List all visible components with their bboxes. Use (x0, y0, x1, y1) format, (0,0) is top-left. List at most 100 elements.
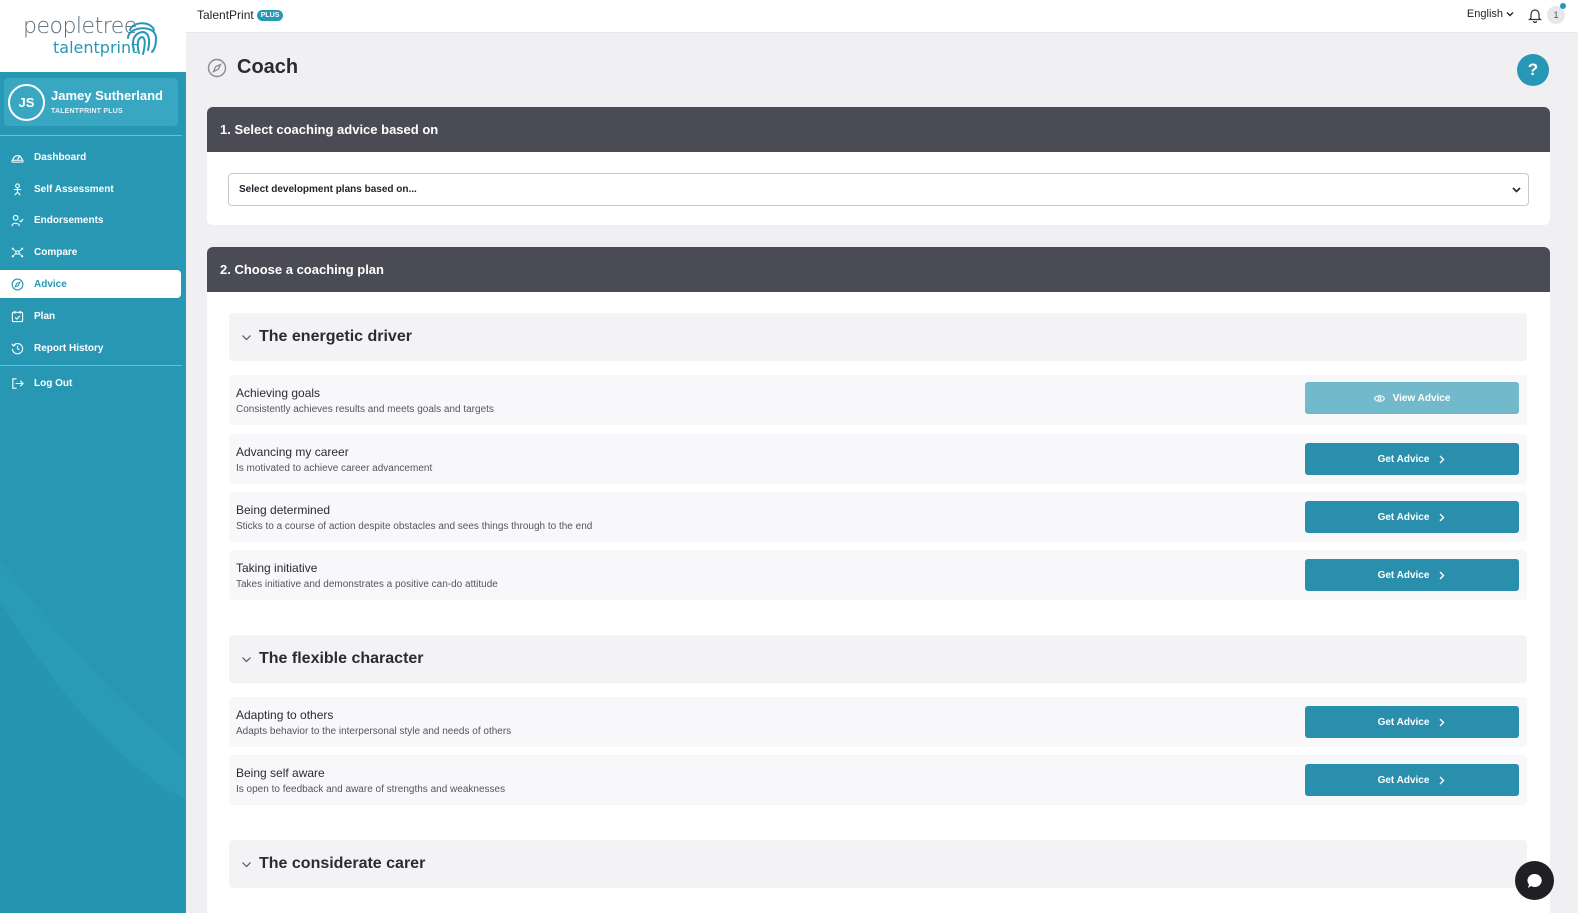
group-header-considerate-carer[interactable]: The considerate carer (229, 840, 1527, 888)
chat-button[interactable] (1515, 861, 1554, 900)
item-description: Consistently achieves results and meets … (236, 404, 494, 415)
sidebar-item-label: Dashboard (34, 151, 87, 163)
section-heading: 2. Choose a coaching plan (207, 247, 1550, 292)
history-icon (9, 340, 25, 356)
development-plan-select[interactable]: Select development plans based on... (228, 173, 1529, 206)
chevron-down-icon (242, 334, 251, 340)
plus-badge: PLUS (256, 9, 284, 21)
user-card[interactable]: JS Jamey Sutherland TALENTPRINT PLUS (4, 78, 178, 126)
sidebar-item-endorsements[interactable]: Endorsements (0, 206, 181, 234)
button-label: Get Advice (1377, 774, 1430, 786)
chevron-down-icon (242, 861, 251, 867)
sidebar-item-dashboard[interactable]: Dashboard (0, 143, 181, 171)
item-title: Being determined (236, 503, 331, 517)
chevron-right-icon (1439, 513, 1445, 521)
chevron-down-icon (1506, 12, 1514, 17)
sidebar-item-label: Report History (34, 342, 104, 354)
user-plan: TALENTPRINT PLUS (51, 108, 123, 115)
sidebar-item-report-history[interactable]: Report History (0, 334, 181, 362)
item-description: Sticks to a course of action despite obs… (236, 521, 593, 532)
group-header-energetic-driver[interactable]: The energetic driver (229, 313, 1527, 361)
sidebar: peopletree talentprint JS Jamey Sutherla… (0, 0, 186, 913)
list-item: Taking initiative Takes initiative and d… (229, 550, 1527, 600)
list-item: Being determined Sticks to a course of a… (229, 492, 1527, 542)
language-selector[interactable]: English (1467, 8, 1514, 20)
button-label: Get Advice (1377, 511, 1430, 523)
item-description: Is open to feedback and aware of strengt… (236, 784, 506, 795)
user-check-icon (9, 212, 25, 228)
topbar: TalentPrint PLUS English 1 (186, 0, 1578, 33)
sidebar-item-label: Log Out (34, 377, 73, 389)
main-content: Coach ? 1. Select coaching advice based … (186, 33, 1578, 913)
item-title: Being self aware (236, 766, 325, 780)
select-value: Select development plans based on... (239, 184, 417, 195)
notification-dot (1560, 3, 1566, 9)
sidebar-divider (0, 365, 182, 366)
logout-icon (9, 375, 25, 391)
sidebar-item-compare[interactable]: Compare (0, 238, 181, 266)
gauge-icon (9, 149, 25, 165)
bell-icon[interactable] (1528, 7, 1542, 23)
fingerprint-icon (127, 22, 158, 55)
help-button[interactable]: ? (1517, 54, 1549, 86)
item-title: Adapting to others (236, 708, 334, 722)
get-advice-button[interactable]: Get Advice (1305, 501, 1519, 533)
user-name: Jamey Sutherland (51, 88, 163, 103)
get-advice-button[interactable]: Get Advice (1305, 559, 1519, 591)
eye-icon (1373, 394, 1385, 402)
compass-icon (207, 58, 227, 77)
button-label: Get Advice (1377, 716, 1430, 728)
sidebar-item-label: Advice (34, 278, 67, 290)
section-coaching-plan: 2. Choose a coaching plan The energetic … (207, 247, 1550, 913)
button-label: Get Advice (1377, 453, 1430, 465)
group-title: The energetic driver (259, 328, 412, 345)
sidebar-background-wave (0, 560, 186, 913)
logo-name: peopletree (23, 14, 137, 39)
item-description: Adapts behavior to the interpersonal sty… (236, 726, 512, 737)
chevron-right-icon (1439, 571, 1445, 579)
chevron-right-icon (1439, 455, 1445, 463)
item-title: Achieving goals (236, 386, 321, 400)
chevron-right-icon (1439, 776, 1445, 784)
page-title: Coach (207, 56, 298, 79)
sidebar-item-self-assessment[interactable]: Self Assessment (0, 175, 181, 203)
sidebar-item-advice[interactable]: Advice (0, 270, 181, 298)
compass-icon (9, 276, 25, 292)
list-item: Achieving goals Consistently achieves re… (229, 375, 1527, 425)
item-description: Is motivated to achieve career advanceme… (236, 463, 433, 474)
item-description: Takes initiative and demonstrates a posi… (236, 579, 498, 590)
sidebar-item-plan[interactable]: Plan (0, 302, 181, 330)
language-label: English (1466, 8, 1503, 20)
group-title: The flexible character (259, 650, 424, 667)
avatar: JS (8, 84, 45, 121)
sidebar-item-logout[interactable]: Log Out (0, 369, 181, 397)
view-advice-button[interactable]: View Advice (1305, 382, 1519, 414)
sidebar-item-label: Compare (34, 246, 78, 258)
chevron-down-icon (242, 656, 251, 662)
button-label: View Advice (1392, 392, 1451, 404)
sidebar-item-label: Endorsements (34, 214, 104, 226)
chevron-right-icon (1439, 718, 1445, 726)
list-item: Adapting to others Adapts behavior to th… (229, 697, 1527, 747)
list-item: Being self aware Is open to feedback and… (229, 755, 1527, 805)
get-advice-button[interactable]: Get Advice (1305, 706, 1519, 738)
sidebar-item-label: Self Assessment (34, 183, 114, 195)
network-icon (9, 244, 25, 260)
logo[interactable]: peopletree talentprint (0, 0, 186, 72)
page-title-text: Coach (237, 56, 299, 78)
button-label: Get Advice (1377, 569, 1430, 581)
app: peopletree talentprint JS Jamey Sutherla… (0, 0, 1578, 913)
product-label: TalentPrint (197, 8, 254, 22)
product-name: TalentPrint PLUS (197, 8, 284, 22)
person-assessment-icon (9, 181, 25, 197)
chevron-down-icon (1512, 187, 1521, 193)
get-advice-button[interactable]: Get Advice (1305, 443, 1519, 475)
sidebar-item-label: Plan (34, 310, 56, 322)
list-item: Advancing my career Is motivated to achi… (229, 434, 1527, 484)
group-header-flexible-character[interactable]: The flexible character (229, 635, 1527, 683)
sidebar-divider (0, 135, 182, 136)
section-select-advice: 1. Select coaching advice based on Selec… (207, 107, 1550, 225)
item-title: Advancing my career (236, 445, 349, 459)
section-heading: 1. Select coaching advice based on (207, 107, 1550, 152)
get-advice-button[interactable]: Get Advice (1305, 764, 1519, 796)
